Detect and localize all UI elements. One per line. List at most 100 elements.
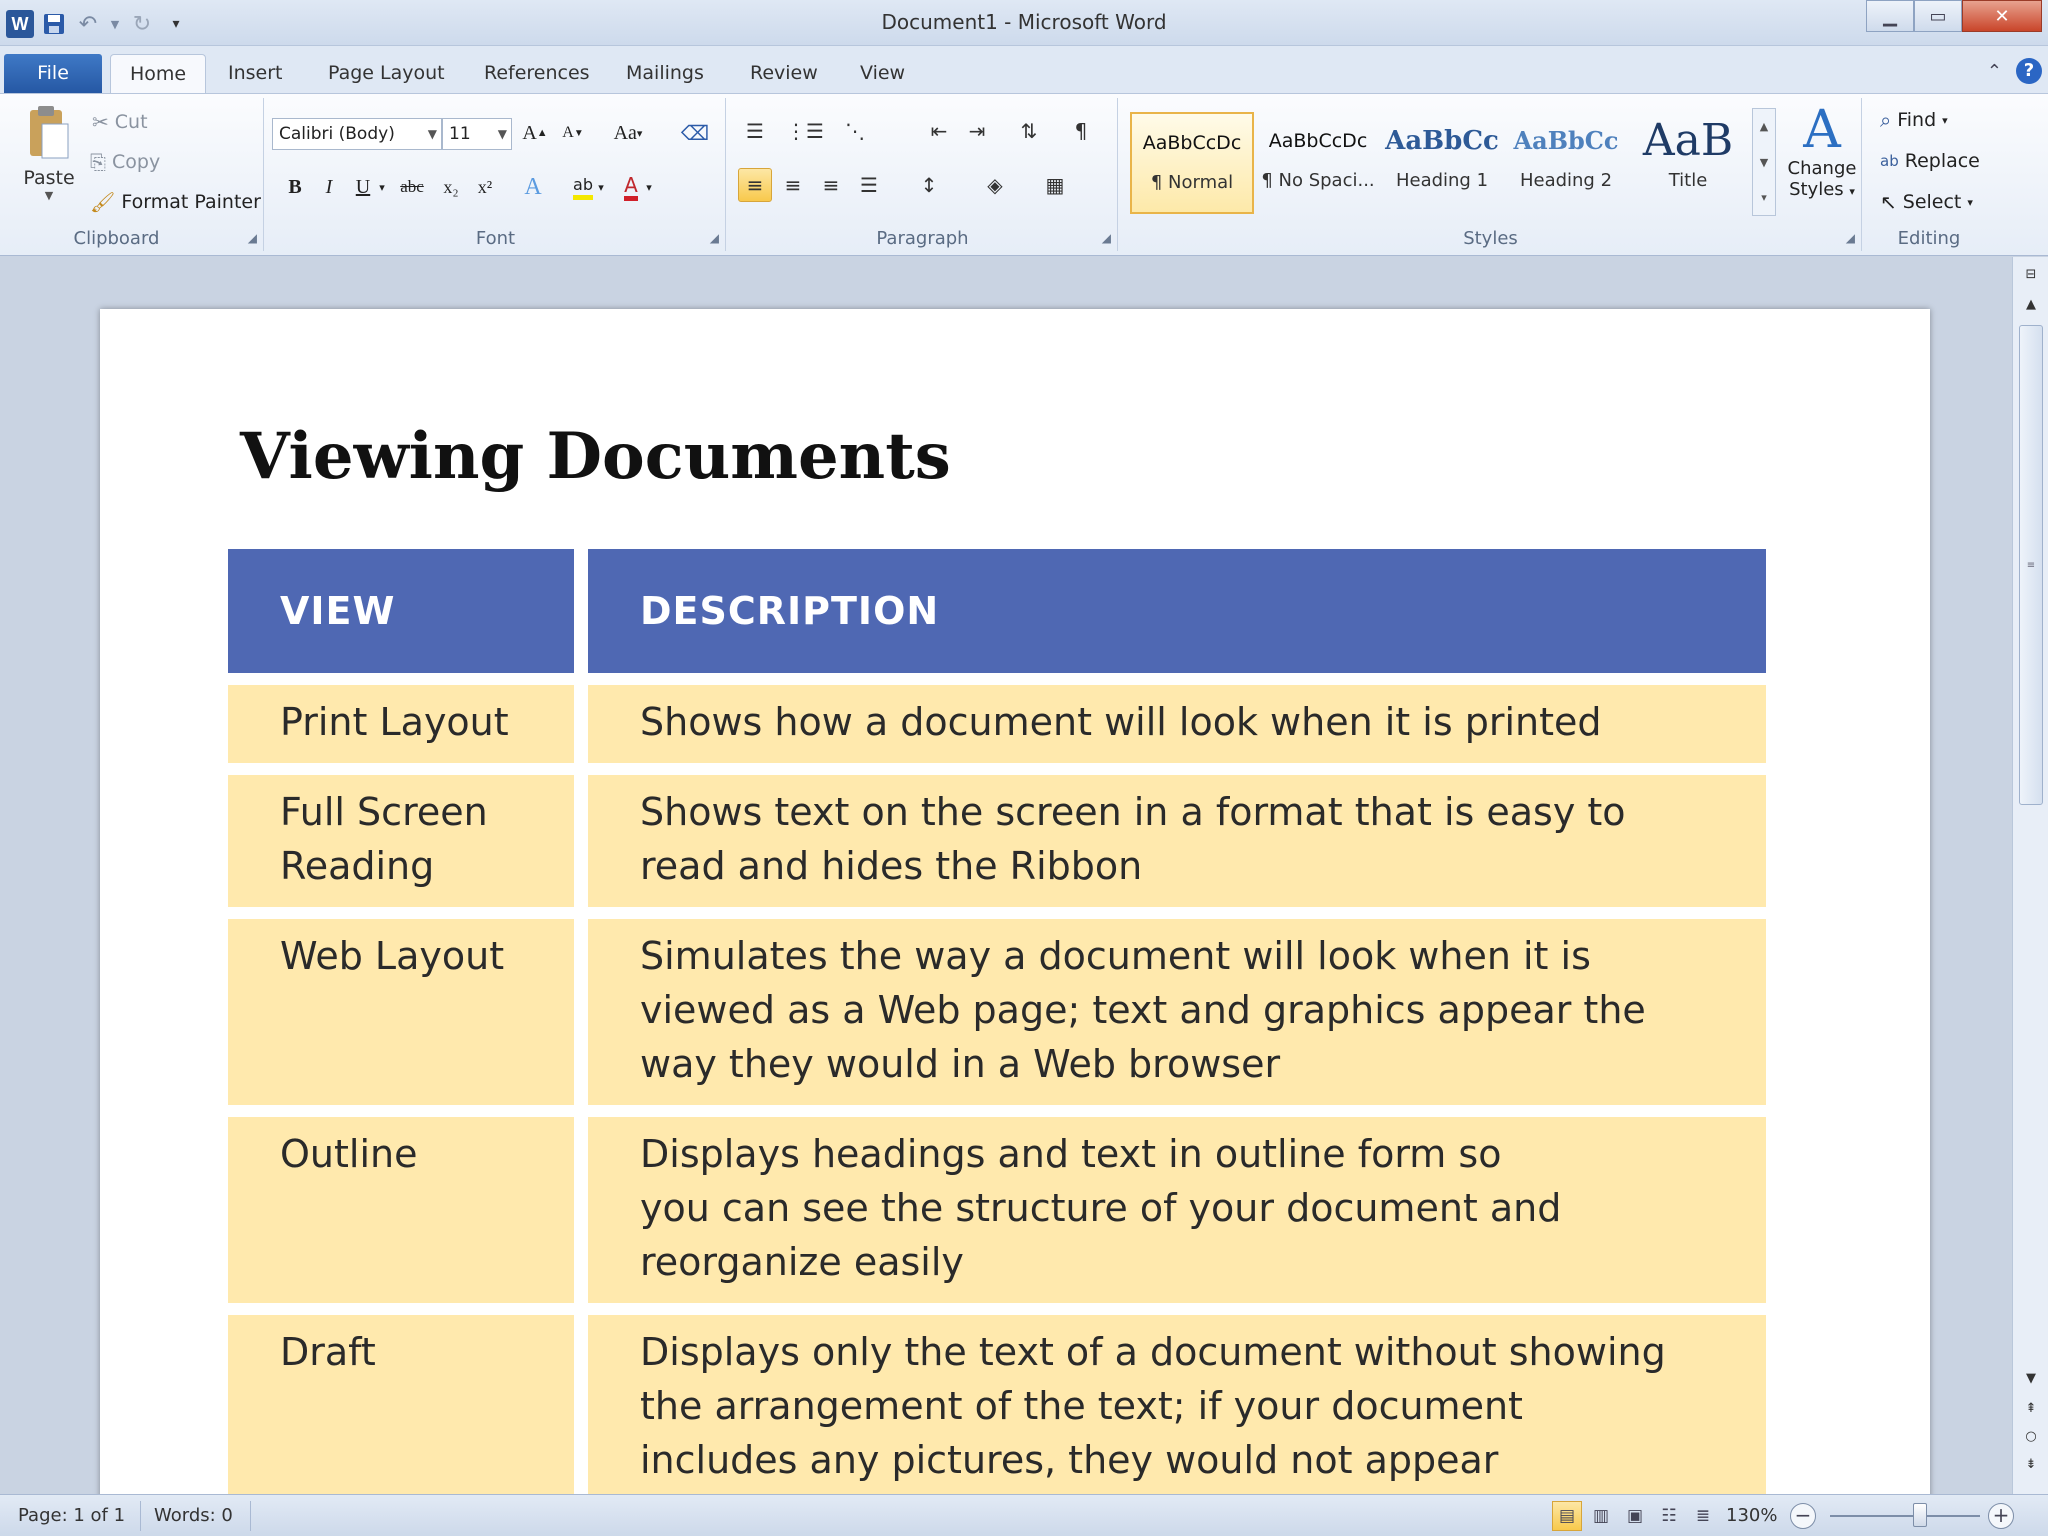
tab-insert[interactable]: Insert bbox=[216, 54, 295, 94]
change-case-button[interactable]: Aa ▾ bbox=[606, 116, 650, 150]
font-launcher-icon[interactable]: ◢ bbox=[710, 231, 719, 245]
paragraph-launcher-icon[interactable]: ◢ bbox=[1102, 231, 1111, 245]
full-screen-reading-view-icon[interactable]: ▥ bbox=[1586, 1501, 1616, 1531]
align-left-icon[interactable]: ≡ bbox=[738, 168, 772, 202]
outline-view-icon[interactable]: ☷ bbox=[1654, 1501, 1684, 1531]
tab-mailings[interactable]: Mailings bbox=[614, 54, 716, 94]
description-line: includes any pictures, they would not ap… bbox=[640, 1438, 1499, 1482]
help-icon[interactable]: ? bbox=[2016, 58, 2042, 84]
view-cell: Draft bbox=[228, 1303, 588, 1494]
style-name: ¶ No Spaci... bbox=[1261, 170, 1375, 191]
strikethrough-button[interactable]: abc bbox=[392, 170, 432, 204]
zoom-out-icon[interactable]: − bbox=[1790, 1503, 1816, 1529]
highlight-dropdown-icon[interactable]: ▾ bbox=[594, 170, 608, 204]
scroll-down-icon[interactable]: ▼ bbox=[2019, 1367, 2043, 1391]
copy-button[interactable]: ⎘ Copy bbox=[90, 150, 160, 174]
views-table: VIEW DESCRIPTION Print Layout Shows how … bbox=[228, 549, 1766, 1494]
web-layout-view-icon[interactable]: ▣ bbox=[1620, 1501, 1650, 1531]
zoom-slider-thumb[interactable] bbox=[1913, 1503, 1927, 1527]
format-painter-button[interactable]: 🖌 Format Painter bbox=[90, 190, 261, 214]
find-button[interactable]: ⌕ Find ▾ bbox=[1880, 108, 1948, 132]
page-indicator[interactable]: Page: 1 of 1 bbox=[18, 1505, 125, 1526]
document-page[interactable]: Viewing Documents VIEW DESCRIPTION Print… bbox=[100, 309, 1930, 1494]
clipboard-launcher-icon[interactable]: ◢ bbox=[248, 231, 257, 245]
change-styles-button[interactable]: A Change Styles ▾ bbox=[1784, 102, 1860, 200]
chevron-down-icon[interactable]: ▼ bbox=[498, 119, 507, 149]
text-effects-icon[interactable]: A bbox=[516, 170, 550, 204]
tab-review[interactable]: Review bbox=[738, 54, 830, 94]
italic-button[interactable]: I bbox=[312, 170, 346, 204]
increase-indent-icon[interactable]: ⇥ bbox=[960, 114, 994, 148]
vertical-scrollbar[interactable]: ⊟ ▲ ≡ ▼ ⇞ ○ ⇟ bbox=[2012, 257, 2048, 1494]
style-heading-1[interactable]: AaBbCc Heading 1 bbox=[1380, 112, 1504, 214]
draft-view-icon[interactable]: ≣ bbox=[1688, 1501, 1718, 1531]
select-button[interactable]: ↖ Select ▾ bbox=[1880, 190, 1973, 214]
line-spacing-icon[interactable]: ↕ bbox=[912, 168, 946, 202]
align-center-icon[interactable]: ≡ bbox=[776, 168, 810, 202]
tab-file[interactable]: File bbox=[4, 54, 102, 94]
bold-button[interactable]: B bbox=[278, 170, 312, 204]
style-no-spacing[interactable]: AaBbCcDc ¶ No Spaci... bbox=[1256, 112, 1380, 214]
show-formatting-button[interactable]: ¶ bbox=[1064, 114, 1098, 148]
tab-page-layout[interactable]: Page Layout bbox=[316, 54, 457, 94]
change-styles-label: Change bbox=[1787, 158, 1857, 179]
ruler-toggle-icon[interactable]: ⊟ bbox=[2019, 263, 2043, 287]
chevron-down-icon: ▾ bbox=[1967, 195, 1973, 209]
scrollbar-thumb[interactable]: ≡ bbox=[2019, 325, 2043, 805]
paste-button[interactable]: Paste ▼ bbox=[14, 104, 84, 224]
style-heading-2[interactable]: AaBbCc Heading 2 bbox=[1504, 112, 1628, 214]
more-styles-icon[interactable]: ▾ bbox=[1753, 181, 1775, 215]
tab-view[interactable]: View bbox=[848, 54, 917, 94]
scroll-up-icon[interactable]: ▲ bbox=[1753, 109, 1775, 145]
font-size-combo[interactable]: 11 ▼ bbox=[442, 118, 512, 150]
style-name: Heading 1 bbox=[1395, 170, 1489, 191]
document-area[interactable]: Viewing Documents VIEW DESCRIPTION Print… bbox=[0, 257, 2012, 1494]
maximize-icon[interactable]: ▭ bbox=[1914, 0, 1962, 32]
minimize-icon[interactable]: ▁ bbox=[1866, 0, 1914, 32]
justify-icon[interactable]: ☰ bbox=[852, 168, 886, 202]
paste-label: Paste bbox=[23, 167, 75, 189]
style-title[interactable]: AaB Title bbox=[1626, 112, 1750, 214]
scroll-down-icon[interactable]: ▼ bbox=[1753, 145, 1775, 181]
multilevel-list-icon[interactable]: ⋱ bbox=[838, 114, 872, 148]
sort-icon[interactable]: ⇅ bbox=[1012, 114, 1046, 148]
borders-icon[interactable]: ▦ bbox=[1038, 168, 1072, 202]
chevron-down-icon[interactable]: ▼ bbox=[428, 119, 437, 149]
bullets-icon[interactable]: ☰ bbox=[738, 114, 772, 148]
shrink-font-icon: A bbox=[562, 124, 574, 141]
zoom-slider[interactable] bbox=[1830, 1515, 1980, 1517]
font-name-combo[interactable]: Calibri (Body) ▼ bbox=[272, 118, 442, 150]
underline-dropdown-icon[interactable]: ▾ bbox=[374, 170, 390, 204]
previous-page-icon[interactable]: ⇞ bbox=[2019, 1397, 2043, 1421]
paste-dropdown-icon[interactable]: ▼ bbox=[14, 189, 84, 202]
scroll-up-icon[interactable]: ▲ bbox=[2019, 293, 2043, 317]
clear-formatting-icon[interactable]: ⌫ bbox=[678, 116, 712, 150]
grow-font-button[interactable]: A ▲ bbox=[518, 116, 552, 150]
shrink-font-button[interactable]: A ▼ bbox=[556, 116, 590, 150]
zoom-level[interactable]: 130% bbox=[1726, 1505, 1777, 1526]
shading-icon[interactable]: ◈ bbox=[978, 168, 1012, 202]
font-color-dropdown-icon[interactable]: ▾ bbox=[642, 170, 656, 204]
tab-home[interactable]: Home bbox=[110, 54, 206, 94]
next-page-icon[interactable]: ⇟ bbox=[2019, 1453, 2043, 1477]
styles-gallery-scroll[interactable]: ▲ ▼ ▾ bbox=[1752, 108, 1776, 216]
word-count[interactable]: Words: 0 bbox=[154, 1505, 233, 1526]
style-normal[interactable]: AaBbCcDc ¶ Normal bbox=[1130, 112, 1254, 214]
browse-object-icon[interactable]: ○ bbox=[2019, 1425, 2043, 1449]
styles-launcher-icon[interactable]: ◢ bbox=[1846, 231, 1855, 245]
superscript-button[interactable]: x² bbox=[468, 170, 502, 204]
align-right-icon[interactable]: ≡ bbox=[814, 168, 848, 202]
minimize-ribbon-icon[interactable]: ⌃ bbox=[1987, 61, 2002, 82]
tab-references[interactable]: References bbox=[472, 54, 602, 94]
numbering-icon[interactable]: ⋮☰ bbox=[786, 114, 824, 148]
window-controls: ▁ ▭ ✕ bbox=[1866, 0, 2042, 34]
print-layout-view-icon[interactable]: ▤ bbox=[1552, 1501, 1582, 1531]
decrease-indent-icon[interactable]: ⇤ bbox=[922, 114, 956, 148]
zoom-in-icon[interactable]: + bbox=[1988, 1503, 2014, 1529]
description-line: you can see the structure of your docume… bbox=[640, 1186, 1562, 1230]
cut-button[interactable]: ✂ Cut bbox=[92, 110, 148, 134]
close-icon[interactable]: ✕ bbox=[1962, 0, 2042, 32]
cursor-icon: ↖ bbox=[1880, 190, 1897, 214]
replace-button[interactable]: ab Replace bbox=[1880, 150, 1980, 172]
subscript-button[interactable]: x₂ bbox=[434, 170, 468, 204]
